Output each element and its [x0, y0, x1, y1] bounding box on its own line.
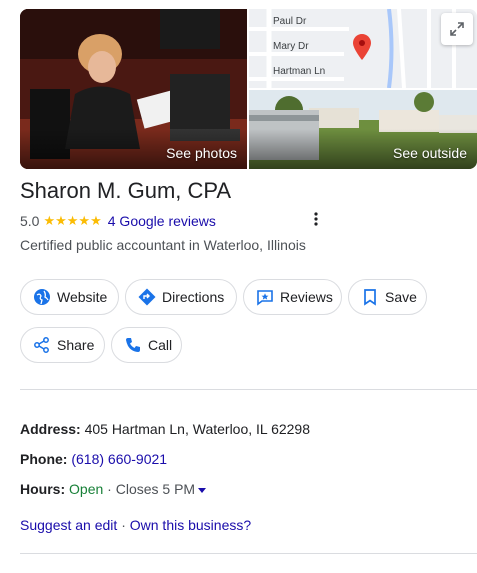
address-label: Address: — [20, 421, 81, 437]
share-label: Share — [57, 337, 95, 353]
business-category: Certified public accountant in Waterloo,… — [20, 237, 306, 253]
share-button[interactable]: Share — [20, 327, 105, 363]
own-business-link[interactable]: Own this business? — [130, 517, 251, 533]
map-street-label: Mary Dr — [273, 41, 309, 52]
call-label: Call — [148, 337, 173, 353]
more-options-button[interactable] — [308, 209, 324, 229]
hours-separator: · — [107, 481, 112, 497]
rating-value: 5.0 — [20, 213, 40, 229]
more-vert-icon — [314, 212, 318, 226]
expand-icon — [450, 22, 464, 36]
reviews-icon — [256, 288, 274, 306]
map-street-label: Hartman Ln — [273, 66, 326, 77]
save-button[interactable]: Save — [348, 279, 427, 315]
google-reviews-link[interactable]: 4 Google reviews — [108, 213, 216, 229]
hours-dropdown-icon[interactable] — [198, 487, 207, 493]
outside-photo[interactable]: See outside — [249, 90, 477, 169]
main-photo[interactable]: See photos — [20, 9, 247, 169]
reviews-label: Reviews — [280, 289, 333, 305]
map-pin-icon — [353, 34, 371, 60]
directions-icon — [138, 288, 156, 306]
address-value[interactable]: 405 Hartman Ln, Waterloo, IL 62298 — [85, 421, 310, 437]
star-rating-icon: ★★★★★ — [43, 213, 102, 228]
phone-icon — [124, 336, 142, 354]
bookmark-icon — [361, 288, 379, 306]
save-label: Save — [385, 289, 417, 305]
media-gallery: See photos Paul Dr Mary Dr Hartman Ln Se… — [20, 9, 477, 169]
see-outside-label[interactable]: See outside — [393, 145, 467, 161]
phone-row: Phone: (618) 660-9021 — [20, 451, 167, 467]
directions-button[interactable]: Directions — [125, 279, 237, 315]
hours-close-time[interactable]: Closes 5 PM — [116, 481, 195, 497]
hours-label: Hours: — [20, 481, 66, 497]
map-street-label: Paul Dr — [273, 16, 307, 27]
see-photos-label[interactable]: See photos — [166, 145, 237, 161]
rating-row: 5.0 ★★★★★ 4 Google reviews — [20, 213, 216, 229]
directions-label: Directions — [162, 289, 225, 305]
website-button[interactable]: Website — [20, 279, 119, 315]
phone-number-link[interactable]: (618) 660-9021 — [71, 451, 167, 467]
hours-status: Open — [69, 481, 104, 497]
bottom-divider — [20, 553, 477, 554]
business-name: Sharon M. Gum, CPA — [20, 178, 232, 203]
footer-separator: · — [121, 517, 126, 533]
map-tile[interactable]: Paul Dr Mary Dr Hartman Ln — [249, 9, 477, 88]
phone-label: Phone: — [20, 451, 68, 467]
footer-links: Suggest an edit · Own this business? — [20, 517, 251, 533]
hours-row: Hours: Open · Closes 5 PM — [20, 481, 207, 497]
expand-map-button[interactable] — [441, 13, 473, 45]
section-divider — [20, 389, 477, 390]
globe-icon — [33, 288, 51, 306]
reviews-button[interactable]: Reviews — [243, 279, 342, 315]
address-row: Address: 405 Hartman Ln, Waterloo, IL 62… — [20, 421, 310, 437]
call-button[interactable]: Call — [111, 327, 182, 363]
share-icon — [33, 336, 51, 354]
website-label: Website — [57, 289, 108, 305]
suggest-edit-link[interactable]: Suggest an edit — [20, 517, 117, 533]
